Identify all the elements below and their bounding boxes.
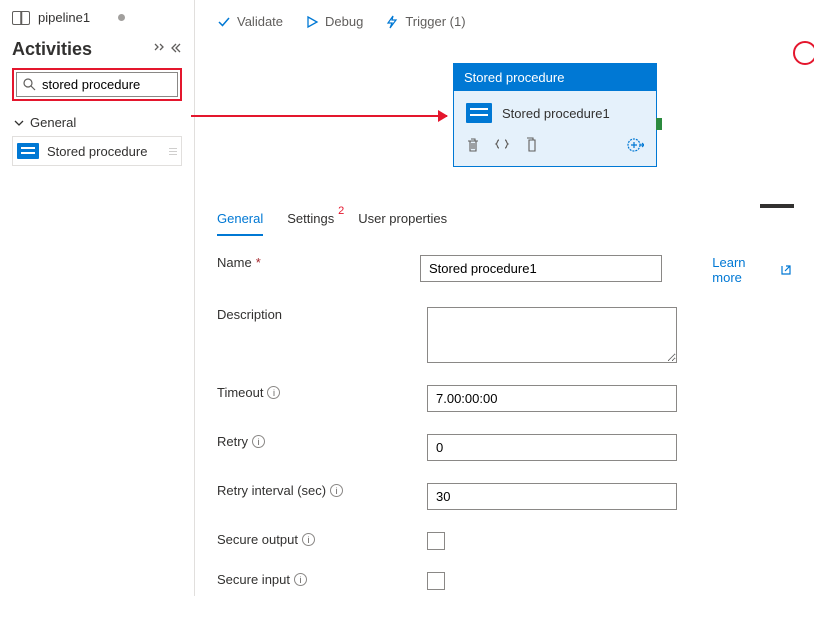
stored-procedure-icon: [17, 143, 39, 159]
tab-user-properties[interactable]: User properties: [358, 211, 447, 236]
workspace-header: pipeline1: [12, 10, 182, 25]
info-icon[interactable]: i: [252, 435, 265, 448]
activities-heading: Activities: [12, 39, 92, 60]
add-output-icon[interactable]: [626, 137, 644, 156]
activity-item-stored-procedure[interactable]: Stored procedure: [12, 136, 182, 166]
name-input[interactable]: [420, 255, 662, 282]
info-icon[interactable]: i: [330, 484, 343, 497]
retry-interval-input[interactable]: [427, 483, 677, 510]
activity-search[interactable]: [16, 72, 178, 97]
lightning-icon: [385, 15, 399, 29]
retry-interval-label: Retry interval (sec): [217, 483, 326, 498]
search-icon: [23, 78, 36, 91]
settings-badge: 2: [338, 205, 344, 217]
delete-icon[interactable]: [466, 137, 480, 156]
description-label: Description: [217, 307, 282, 322]
debug-button[interactable]: Debug: [305, 14, 363, 29]
main-area: Validate Debug Trigger (1) Stored proced…: [195, 0, 814, 596]
collapse-panel-icon[interactable]: [170, 42, 182, 58]
play-icon: [305, 15, 319, 29]
activity-node-stored-procedure[interactable]: Stored procedure Stored procedure1: [453, 63, 657, 167]
activities-sidebar: pipeline1 Activities General: [0, 0, 195, 596]
unsaved-indicator-icon: [118, 14, 125, 21]
node-title: Stored procedure1: [502, 106, 610, 121]
name-label: Name: [217, 255, 252, 270]
external-link-icon: [780, 264, 792, 276]
search-highlight: [12, 68, 182, 101]
required-marker: *: [256, 255, 261, 270]
trigger-button[interactable]: Trigger (1): [385, 14, 465, 29]
workspace-title: pipeline1: [38, 10, 90, 25]
node-header: Stored procedure: [454, 64, 656, 91]
timeout-label: Timeout: [217, 385, 263, 400]
secure-input-checkbox[interactable]: [427, 572, 445, 590]
retry-label: Retry: [217, 434, 248, 449]
tab-settings[interactable]: Settings 2: [287, 211, 334, 236]
retry-input[interactable]: [427, 434, 677, 461]
expand-all-icon[interactable]: [152, 42, 166, 58]
tab-general[interactable]: General: [217, 211, 263, 236]
drag-handle-icon: [169, 148, 177, 155]
info-icon[interactable]: i: [267, 386, 280, 399]
secure-input-label: Secure input: [217, 572, 290, 587]
activity-item-label: Stored procedure: [47, 144, 147, 159]
annotation-arrow: [191, 115, 447, 117]
annotation-circle: [793, 41, 814, 65]
panel-resize-handle[interactable]: [760, 204, 794, 208]
pipeline-canvas[interactable]: Stored procedure Stored procedure1: [195, 37, 814, 197]
search-input[interactable]: [42, 77, 171, 92]
secure-output-checkbox[interactable]: [427, 532, 445, 550]
validate-button[interactable]: Validate: [217, 14, 283, 29]
toolbar: Validate Debug Trigger (1): [195, 0, 814, 37]
check-icon: [217, 15, 231, 29]
learn-more-link[interactable]: Learn more: [712, 255, 792, 285]
chevron-down-icon: [14, 118, 24, 128]
copy-icon[interactable]: [524, 137, 538, 156]
group-label: General: [30, 115, 76, 130]
code-icon[interactable]: [494, 138, 510, 155]
group-general[interactable]: General: [12, 109, 182, 136]
properties-tabs: General Settings 2 User properties: [195, 197, 814, 237]
general-form: Name * Learn more Description Timeout i …: [195, 237, 814, 630]
pipeline-icon: [12, 11, 30, 25]
stored-procedure-icon: [466, 103, 492, 123]
timeout-input[interactable]: [427, 385, 677, 412]
success-output-port[interactable]: [656, 118, 662, 130]
info-icon[interactable]: i: [294, 573, 307, 586]
info-icon[interactable]: i: [302, 533, 315, 546]
secure-output-label: Secure output: [217, 532, 298, 547]
description-input[interactable]: [427, 307, 677, 363]
